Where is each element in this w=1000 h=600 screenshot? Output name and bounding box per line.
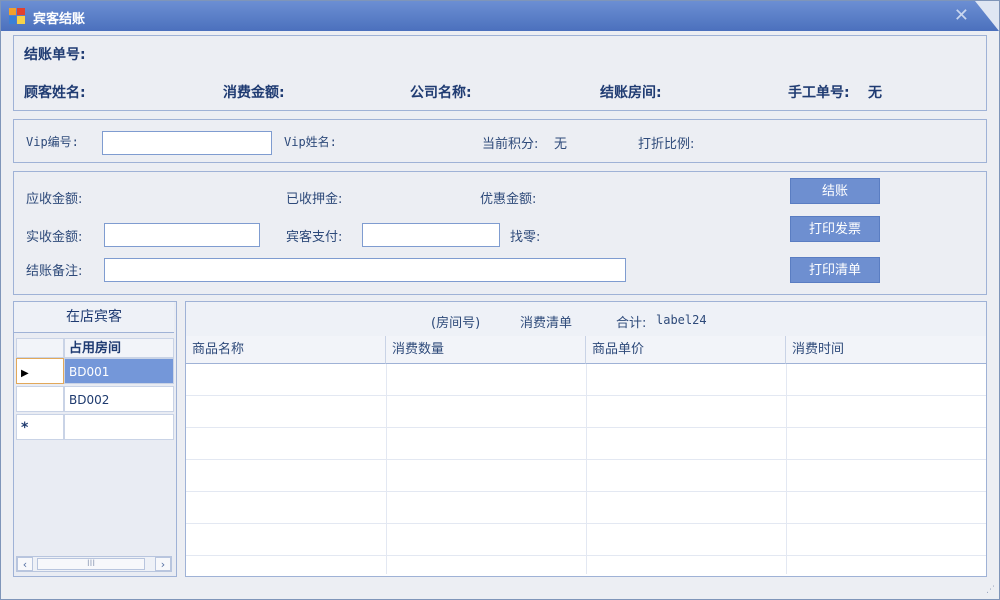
new-row[interactable]: * — [14, 414, 174, 440]
row-selector[interactable]: ▶ — [16, 358, 64, 384]
discount-ratio-label: 打折比例: — [638, 137, 695, 152]
new-room-cell[interactable] — [64, 414, 174, 440]
vip-panel: Vip编号: Vip姓名: 当前积分: 无 打折比例: — [13, 119, 987, 163]
checkout-button[interactable]: 结账 — [790, 178, 880, 204]
column-divider — [786, 364, 787, 574]
total-value: label24 — [656, 313, 707, 327]
title-corner — [975, 1, 999, 31]
guest-pay-input[interactable] — [362, 223, 500, 247]
receivable-label: 应收金额: — [26, 192, 83, 207]
table-row[interactable]: BD002 — [14, 386, 174, 412]
print-invoice-button[interactable]: 打印发票 — [790, 216, 880, 242]
scroll-thumb[interactable]: III — [37, 558, 145, 570]
column-header-price[interactable]: 商品单价 — [586, 336, 786, 364]
manual-no-label: 手工单号: — [788, 85, 850, 101]
app-icon — [9, 8, 25, 24]
points-value: 无 — [554, 137, 568, 152]
checkout-no-label: 结账单号: — [24, 47, 86, 63]
actual-amount-input[interactable] — [104, 223, 260, 247]
company-label: 公司名称: — [410, 85, 472, 101]
room-number-label: (房间号) — [431, 316, 481, 331]
change-label: 找零: — [510, 230, 541, 245]
resize-grip-icon[interactable]: ⋰ — [986, 585, 995, 595]
horizontal-scrollbar[interactable]: ‹ III › — [16, 556, 172, 572]
column-divider — [386, 364, 387, 574]
title-bar: 宾客结账 ✕ — [1, 1, 999, 31]
payment-panel: 应收金额: 已收押金: 优惠金额: 实收金额: 宾客支付: 找零: 结账备注: … — [13, 171, 987, 295]
table-row[interactable]: ▶ BD001 — [14, 358, 174, 384]
guests-panel: 在店宾客 占用房间 ▶ BD001 BD002 * ‹ III › — [13, 301, 177, 577]
deposit-label: 已收押金: — [286, 192, 343, 207]
checkout-window: 宾客结账 ✕ 结账单号: 顾客姓名: 消费金额: 公司名称: 结账房间: 手工单… — [0, 0, 1000, 600]
window-title: 宾客结账 — [33, 12, 86, 27]
scroll-left-icon[interactable]: ‹ — [17, 557, 33, 571]
vip-name-label: Vip姓名: — [284, 135, 337, 149]
amount-label: 消费金额: — [223, 85, 285, 101]
room-label: 结账房间: — [600, 85, 662, 101]
column-divider — [586, 364, 587, 574]
column-header-quantity[interactable]: 消费数量 — [386, 336, 586, 364]
print-list-button[interactable]: 打印清单 — [790, 257, 880, 283]
total-label: 合计: — [616, 316, 647, 331]
discount-amount-label: 优惠金额: — [480, 192, 537, 207]
consumption-header: (房间号) 消费清单 合计: label24 — [186, 302, 986, 337]
actual-amount-label: 实收金额: — [26, 230, 83, 245]
column-header-product[interactable]: 商品名称 — [186, 336, 386, 364]
row-selector[interactable] — [16, 386, 64, 412]
close-icon[interactable]: ✕ — [954, 5, 969, 26]
consumption-panel: (房间号) 消费清单 合计: label24 商品名称 消费数量 商品单价 消费… — [185, 301, 987, 577]
room-cell[interactable]: BD001 — [64, 358, 174, 384]
manual-no-value: 无 — [868, 85, 882, 101]
guest-pay-label: 宾客支付: — [286, 230, 343, 245]
remark-label: 结账备注: — [26, 264, 83, 279]
room-cell[interactable]: BD002 — [64, 386, 174, 412]
new-row-marker: * — [16, 414, 64, 440]
row-header-blank — [16, 338, 64, 358]
guests-column-header[interactable]: 占用房间 — [64, 338, 174, 358]
guests-header-row: 占用房间 — [14, 338, 174, 358]
points-label: 当前积分: — [482, 137, 539, 152]
guest-name-label: 顾客姓名: — [24, 85, 86, 101]
current-row-arrow-icon: ▶ — [21, 368, 29, 379]
vip-no-input[interactable] — [102, 131, 272, 155]
guests-panel-title: 在店宾客 — [14, 302, 174, 333]
checkout-info-panel: 结账单号: 顾客姓名: 消费金额: 公司名称: 结账房间: 手工单号: 无 — [13, 35, 987, 111]
scroll-right-icon[interactable]: › — [155, 557, 171, 571]
vip-no-label: Vip编号: — [26, 135, 79, 149]
column-header-time[interactable]: 消费时间 — [786, 336, 986, 364]
consumption-list-label: 消费清单 — [520, 316, 573, 331]
remark-input[interactable] — [104, 258, 626, 282]
